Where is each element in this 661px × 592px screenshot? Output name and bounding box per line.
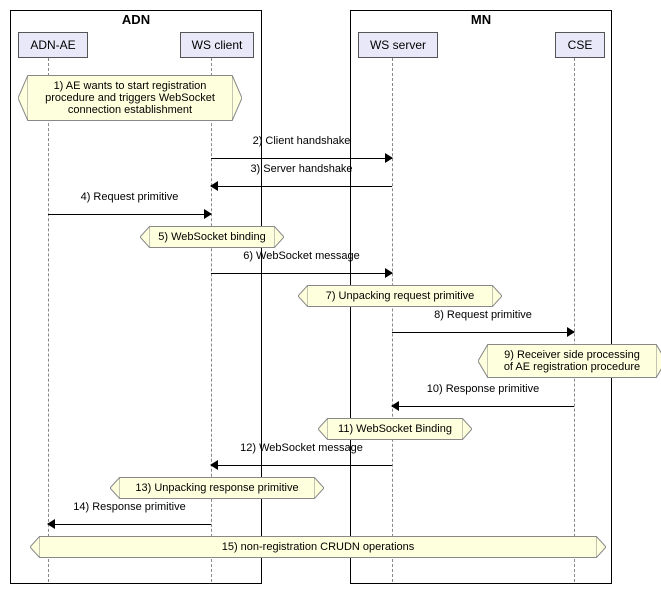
message-6: 6) WebSocket message xyxy=(211,265,392,281)
note-15: 15) non-registration CRUDN operations xyxy=(40,536,596,558)
note-7-text: 7) Unpacking request primitive xyxy=(326,290,475,302)
lifeline-cse xyxy=(574,58,575,582)
note-1: 1) AE wants to start registration proced… xyxy=(28,75,232,121)
note-7: 7) Unpacking request primitive xyxy=(308,285,492,307)
note-9: 9) Receiver side processing of AE regist… xyxy=(488,344,656,378)
message-3-label: 3) Server handshake xyxy=(211,163,392,175)
message-2-label: 2) Client handshake xyxy=(211,135,392,147)
group-mn-title: MN xyxy=(467,10,495,29)
message-8: 8) Request primitive xyxy=(392,324,574,340)
sequence-diagram: ADN MN ADN-AE WS client WS server CSE 1)… xyxy=(10,10,651,582)
note-1-text: 1) AE wants to start registration proced… xyxy=(45,80,215,116)
message-3: 3) Server handshake xyxy=(211,178,392,194)
participant-ws-server: WS server xyxy=(358,32,438,58)
note-11: 11) WebSocket Binding xyxy=(328,418,462,440)
message-8-label: 8) Request primitive xyxy=(392,309,574,321)
message-6-label: 6) WebSocket message xyxy=(211,250,392,262)
note-5-text: 5) WebSocket binding xyxy=(158,231,265,243)
participant-ws-client: WS client xyxy=(180,32,254,58)
message-14: 14) Response primitive xyxy=(48,516,211,532)
participant-adn-ae: ADN-AE xyxy=(18,32,88,58)
group-adn-title: ADN xyxy=(118,10,154,29)
note-13: 13) Unpacking response primitive xyxy=(120,477,314,499)
note-9-text: 9) Receiver side processing of AE regist… xyxy=(504,349,640,373)
note-11-text: 11) WebSocket Binding xyxy=(338,423,452,435)
message-4: 4) Request primitive xyxy=(48,206,211,222)
note-15-text: 15) non-registration CRUDN operations xyxy=(222,541,415,553)
message-12: 12) WebSocket message xyxy=(211,457,392,473)
note-5: 5) WebSocket binding xyxy=(150,226,274,248)
message-4-label: 4) Request primitive xyxy=(48,191,211,203)
message-12-label: 12) WebSocket message xyxy=(211,442,392,454)
note-13-text: 13) Unpacking response primitive xyxy=(135,482,298,494)
message-10-label: 10) Response primitive xyxy=(392,383,574,395)
message-10: 10) Response primitive xyxy=(392,398,574,414)
message-14-label: 14) Response primitive xyxy=(48,501,211,513)
participant-cse: CSE xyxy=(555,32,605,58)
